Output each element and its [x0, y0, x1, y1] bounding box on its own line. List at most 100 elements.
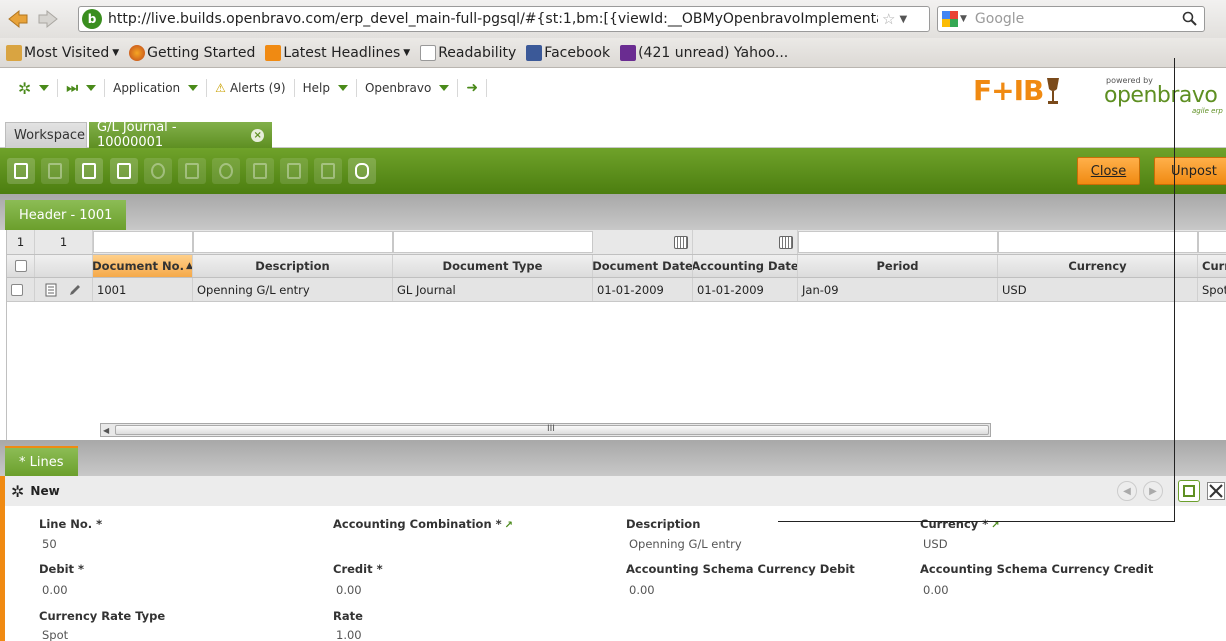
calendar-icon[interactable]: [779, 235, 793, 249]
cell-accounting-date: 01-01-2009: [693, 278, 798, 301]
grid-header-row: Document No. ▲ Description Document Type…: [7, 254, 1226, 278]
filter-currency[interactable]: [998, 231, 1198, 253]
schema-debit-field[interactable]: 0.00: [629, 583, 655, 597]
google-icon[interactable]: [942, 11, 958, 27]
tagline-text: agile erp: [1192, 107, 1223, 115]
browser-navbar: b http://live.builds.openbravo.com/erp_d…: [0, 0, 1226, 38]
unpost-button[interactable]: Unpost: [1154, 157, 1226, 185]
bookmark-readability[interactable]: Readability: [420, 44, 516, 61]
maximize-button[interactable]: [1178, 480, 1200, 502]
alerts-menu[interactable]: ⚠ Alerts (9): [207, 79, 295, 97]
bookmark-star-icon[interactable]: ☆: [882, 10, 895, 28]
close-button[interactable]: Close: [1077, 157, 1140, 185]
table-row[interactable]: 1001 Openning G/L entry GL Journal 01-01…: [7, 278, 1226, 302]
audit-button[interactable]: [314, 158, 342, 184]
search-engine-dropdown-icon[interactable]: ▼: [960, 14, 967, 24]
filter-document-date[interactable]: [593, 230, 693, 254]
scroll-grip: III: [547, 424, 555, 434]
application-menu[interactable]: Application: [105, 79, 208, 97]
close-form-button[interactable]: [1205, 480, 1226, 502]
forward-arrow-icon: [38, 9, 58, 29]
filter-currency-rate-type[interactable]: [1198, 231, 1226, 253]
select-all-cell[interactable]: [7, 255, 35, 277]
column-header-currency-rate-type[interactable]: Curre: [1198, 255, 1226, 277]
new-row-button[interactable]: [41, 158, 69, 184]
filter-accounting-date[interactable]: [693, 230, 798, 254]
line-no-label: Line No. *: [39, 517, 103, 531]
user-menu[interactable]: Openbravo: [357, 79, 459, 97]
schema-credit-field[interactable]: 0.00: [923, 583, 949, 597]
search-bar[interactable]: ▼ Google: [937, 6, 1205, 32]
trash-icon: [185, 163, 199, 179]
quick-create-menu[interactable]: ✲: [10, 79, 59, 98]
filter-period[interactable]: [798, 231, 998, 253]
attachment-button[interactable]: [280, 158, 308, 184]
form-status-bar: ✲ New ◀ ▶: [5, 476, 1226, 506]
filter-document-no[interactable]: [93, 231, 193, 253]
column-header-currency[interactable]: Currency: [998, 255, 1198, 277]
delete-button[interactable]: [178, 158, 206, 184]
next-record-button[interactable]: ▶: [1143, 481, 1163, 501]
filter-document-type[interactable]: [393, 231, 593, 253]
column-header-period[interactable]: Period: [798, 255, 998, 277]
bookmark-label: (421 unread) Yahoo...: [638, 44, 789, 61]
scroll-left-icon[interactable]: ◀: [103, 426, 109, 435]
save-button[interactable]: [75, 158, 103, 184]
filter-row: 1 1: [7, 230, 1226, 254]
cell-document-date: 01-01-2009: [593, 278, 693, 301]
tab-workspace[interactable]: Workspace: [5, 122, 87, 148]
lines-form: ✲ New ◀ ▶ Line No. * 50 Accounting Combi…: [0, 476, 1226, 641]
credit-field[interactable]: 0.00: [336, 583, 362, 597]
debit-field[interactable]: 0.00: [42, 583, 68, 597]
rate-field[interactable]: 1.00: [336, 628, 362, 641]
bookmark-facebook[interactable]: Facebook: [526, 44, 610, 61]
save-close-button[interactable]: [110, 158, 138, 184]
bookmark-getting-started[interactable]: Getting Started: [129, 44, 255, 61]
currency-rate-type-field[interactable]: Spot: [42, 628, 68, 641]
tab-gl-journal[interactable]: G/L Journal - 10000001 ×: [89, 120, 272, 150]
column-header-accounting-date[interactable]: Accounting Date: [693, 255, 798, 277]
link-arrow-icon[interactable]: ↗: [505, 520, 513, 531]
bookmark-yahoo-mail[interactable]: (421 unread) Yahoo...: [620, 44, 789, 61]
quick-launch-menu[interactable]: ⏭: [58, 79, 106, 97]
help-menu[interactable]: Help: [295, 79, 357, 97]
description-field[interactable]: Openning G/L entry: [629, 537, 742, 551]
tab-close-icon[interactable]: ×: [251, 128, 264, 142]
dropdown-icon: ▼: [403, 47, 411, 58]
previous-record-button[interactable]: ◀: [1117, 481, 1137, 501]
header-section-tab[interactable]: Header - 1001: [5, 200, 127, 230]
column-header-description[interactable]: Description: [193, 255, 393, 277]
column-header-document-date[interactable]: Document Date: [593, 255, 693, 277]
open-form-icon[interactable]: [45, 283, 57, 297]
column-header-document-no[interactable]: Document No. ▲: [93, 255, 193, 277]
column-header-document-type[interactable]: Document Type: [393, 255, 593, 277]
calendar-icon[interactable]: [674, 235, 688, 249]
pencil-edit-icon[interactable]: [68, 283, 82, 297]
currency-field[interactable]: USD: [923, 537, 948, 551]
filter-description[interactable]: [193, 231, 393, 253]
accounting-combination-field[interactable]: [336, 537, 596, 551]
row-checkbox[interactable]: [11, 283, 23, 296]
lines-section-tab[interactable]: * Lines: [5, 446, 78, 476]
url-bar[interactable]: b http://live.builds.openbravo.com/erp_d…: [78, 6, 930, 32]
link-button[interactable]: [348, 158, 376, 184]
refresh-button[interactable]: [212, 158, 240, 184]
site-identity-icon[interactable]: b: [82, 9, 102, 29]
horizontal-scrollbar[interactable]: ◀ III: [100, 423, 991, 437]
export-button[interactable]: [246, 158, 274, 184]
forward-button[interactable]: [36, 7, 60, 31]
line-no-field[interactable]: 50: [42, 537, 57, 551]
magnifier-icon[interactable]: [1182, 11, 1198, 27]
logout-button[interactable]: ➜: [458, 79, 488, 97]
currency-label-text: Currency *: [920, 517, 989, 531]
url-dropdown-icon[interactable]: ▼: [899, 14, 907, 25]
search-input[interactable]: Google: [975, 11, 1182, 27]
new-document-button[interactable]: [7, 158, 35, 184]
bookmark-most-visited[interactable]: Most Visited ▼: [6, 44, 119, 61]
select-all-checkbox[interactable]: [14, 260, 27, 272]
undo-button[interactable]: [144, 158, 172, 184]
schema-debit-label: Accounting Schema Currency Debit: [626, 562, 855, 576]
bookmark-latest-headlines[interactable]: Latest Headlines ▼: [265, 44, 411, 61]
back-button[interactable]: [6, 7, 30, 31]
row-select-cell[interactable]: [7, 278, 35, 301]
